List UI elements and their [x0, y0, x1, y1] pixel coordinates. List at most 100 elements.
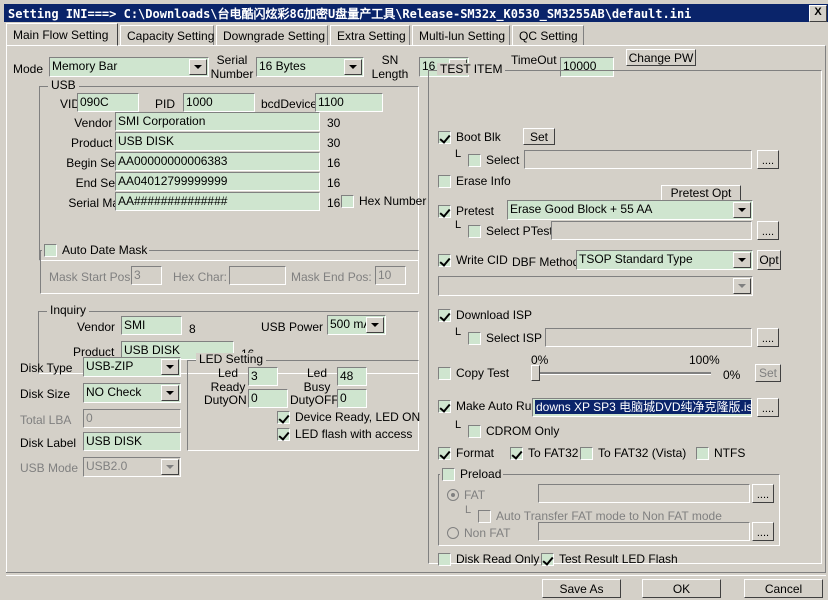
checkbox-box[interactable]: [696, 447, 709, 460]
chevron-down-icon[interactable]: [189, 59, 207, 75]
begin-serial-field[interactable]: AA00000000006383: [115, 152, 320, 171]
boot-blk-checkbox[interactable]: Boot Blk: [438, 130, 501, 144]
to-fat32-vista-checkbox[interactable]: To FAT32 (Vista): [580, 446, 686, 460]
select-isp-checkbox[interactable]: Select ISP: [468, 331, 542, 345]
write-cid-checkbox[interactable]: Write CID: [438, 253, 508, 267]
checkbox-box[interactable]: [541, 553, 554, 566]
checkbox-box[interactable]: [468, 154, 481, 167]
boot-select-checkbox[interactable]: Select: [468, 153, 519, 167]
tab-qc-setting[interactable]: QC Setting: [512, 25, 584, 45]
ntfs-checkbox[interactable]: NTFS: [696, 446, 745, 460]
tab-main-flow-setting[interactable]: Main Flow Setting: [6, 23, 118, 46]
mask-end-pos-field[interactable]: 10: [375, 266, 406, 285]
bcddevice-field[interactable]: 1100: [315, 93, 383, 112]
erase-info-checkbox[interactable]: Erase Info: [438, 174, 511, 188]
checkbox-box[interactable]: [438, 400, 451, 413]
make-auto-run-checkbox[interactable]: Make Auto Run: [438, 399, 538, 413]
serial-number-select[interactable]: 16 Bytes: [256, 57, 364, 77]
test-result-led-checkbox[interactable]: Test Result LED Flash: [541, 552, 678, 566]
chevron-down-icon[interactable]: [344, 59, 362, 75]
dbf-opt-button[interactable]: Opt: [757, 250, 781, 270]
chevron-down-icon[interactable]: [161, 359, 179, 375]
chevron-down-icon[interactable]: [161, 459, 179, 475]
make-auto-run-path-field[interactable]: downs XP SP3 电脑城DVD纯净克隆版.iso: [532, 398, 752, 417]
preload-non-fat-path-field[interactable]: [538, 522, 750, 541]
usb-power-select[interactable]: 500 mA: [327, 315, 386, 335]
end-serial-field[interactable]: AA04012799999999: [115, 172, 320, 191]
preload-non-fat-radio[interactable]: Non FAT: [447, 526, 510, 540]
auto-date-mask-checkbox[interactable]: Auto Date Mask: [42, 243, 149, 257]
cdrom-only-checkbox[interactable]: CDROM Only: [468, 424, 559, 438]
vid-field[interactable]: 090C: [77, 93, 139, 112]
hex-number-checkbox[interactable]: Hex Number: [341, 194, 426, 208]
pretest-select[interactable]: Erase Good Block + 55 AA: [507, 200, 753, 220]
pretest-checkbox[interactable]: Pretest: [438, 204, 494, 218]
product-str-field[interactable]: USB DISK: [115, 132, 320, 151]
serial-mask-field[interactable]: AA##############: [115, 192, 320, 211]
radio-dot[interactable]: [447, 489, 459, 501]
select-ptest-browse-button[interactable]: ....: [757, 221, 779, 240]
checkbox-box[interactable]: [277, 411, 290, 424]
checkbox-box[interactable]: [438, 131, 451, 144]
checkbox-box[interactable]: [341, 195, 354, 208]
checkbox-box[interactable]: [468, 225, 481, 238]
pretest-opt-button[interactable]: Pretest Opt: [661, 185, 741, 201]
chevron-down-icon[interactable]: [366, 317, 384, 333]
disk-label-field[interactable]: USB DISK: [83, 432, 181, 451]
usb-mode-select[interactable]: USB2.0: [83, 457, 181, 477]
preload-fat-path-field[interactable]: [538, 484, 750, 503]
chevron-down-icon[interactable]: [733, 278, 751, 294]
copy-test-set-button[interactable]: Set: [755, 364, 781, 382]
checkbox-box[interactable]: [478, 510, 491, 523]
checkbox-box[interactable]: [44, 244, 57, 257]
checkbox-box[interactable]: [277, 428, 290, 441]
ok-button[interactable]: OK: [642, 579, 721, 598]
chevron-down-icon[interactable]: [733, 202, 751, 218]
led-ready-field[interactable]: 3: [248, 367, 278, 386]
vendor-str-field[interactable]: SMI Corporation: [115, 112, 320, 131]
download-isp-checkbox[interactable]: Download ISP: [438, 308, 532, 322]
cancel-button[interactable]: Cancel: [744, 579, 823, 598]
copy-test-checkbox[interactable]: Copy Test: [438, 366, 509, 380]
checkbox-box[interactable]: [442, 468, 455, 481]
checkbox-box[interactable]: [438, 553, 451, 566]
boot-blk-set-button[interactable]: Set: [523, 128, 555, 145]
auto-transfer-checkbox[interactable]: Auto Transfer FAT mode to Non FAT mode: [478, 509, 722, 523]
disk-read-only-checkbox[interactable]: Disk Read Only: [438, 552, 539, 566]
select-isp-path-field[interactable]: [545, 328, 752, 347]
checkbox-box[interactable]: [438, 309, 451, 322]
tab-multi-lun-setting[interactable]: Multi-lun Setting: [412, 25, 510, 45]
dbf-sub-select[interactable]: [438, 276, 753, 296]
checkbox-box[interactable]: [438, 367, 451, 380]
dbf-method-select[interactable]: TSOP Standard Type: [576, 250, 753, 270]
checkbox-box[interactable]: [438, 205, 451, 218]
copy-test-slider[interactable]: [531, 365, 711, 381]
to-fat32-checkbox[interactable]: To FAT32: [510, 446, 578, 460]
boot-select-path-field[interactable]: [524, 150, 752, 169]
close-icon[interactable]: X: [809, 5, 827, 22]
change-pw-button[interactable]: Change PW: [626, 49, 696, 66]
select-ptest-checkbox[interactable]: Select PTest: [468, 224, 553, 238]
mode-select[interactable]: Memory Bar: [49, 57, 209, 77]
mask-start-pos-field[interactable]: 3: [131, 266, 162, 285]
inquiry-vendor-field[interactable]: SMI: [121, 316, 182, 335]
led-flash-with-access-checkbox[interactable]: LED flash with access: [277, 427, 412, 441]
chevron-down-icon[interactable]: [161, 385, 179, 401]
checkbox-box[interactable]: [468, 332, 481, 345]
preload-non-fat-browse-button[interactable]: ....: [752, 522, 774, 541]
checkbox-box[interactable]: [438, 447, 451, 460]
make-auto-run-browse-button[interactable]: ....: [757, 398, 779, 417]
save-as-button[interactable]: Save As: [542, 579, 621, 598]
tab-extra-setting[interactable]: Extra Setting: [330, 25, 410, 45]
boot-select-browse-button[interactable]: ....: [757, 150, 779, 169]
tab-downgrade-setting[interactable]: Downgrade Setting: [216, 25, 328, 45]
preload-checkbox[interactable]: Preload: [440, 467, 503, 481]
duty-on-field[interactable]: 0: [248, 389, 288, 408]
radio-dot[interactable]: [447, 527, 459, 539]
checkbox-box[interactable]: [468, 425, 481, 438]
chevron-down-icon[interactable]: [733, 252, 751, 268]
duty-off-field[interactable]: 0: [337, 389, 367, 408]
device-ready-led-on-checkbox[interactable]: Device Ready, LED ON: [277, 410, 420, 424]
checkbox-box[interactable]: [438, 175, 451, 188]
slider-thumb[interactable]: [531, 365, 540, 381]
